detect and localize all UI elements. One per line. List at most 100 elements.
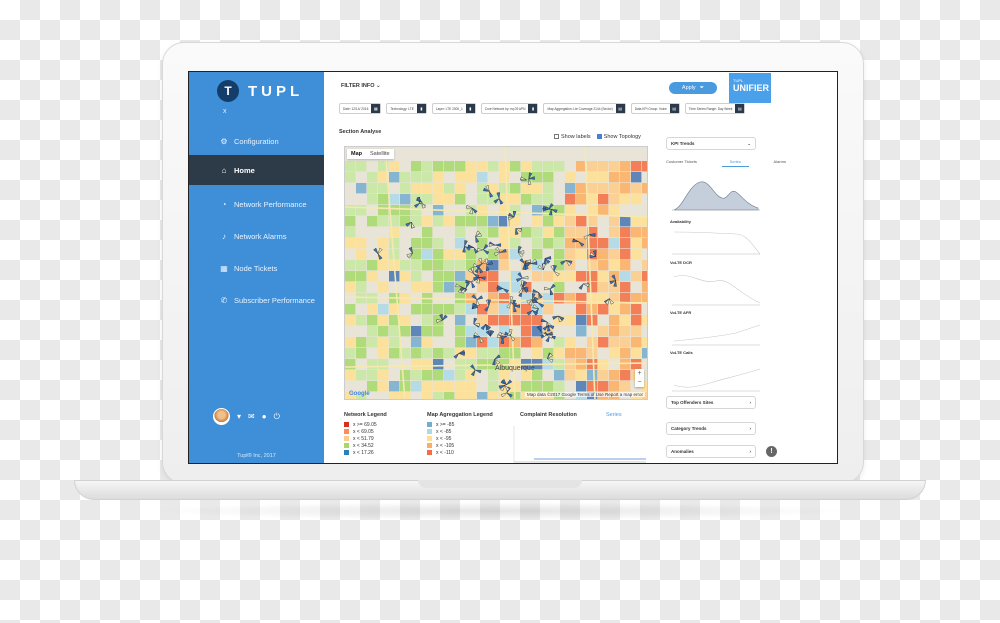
heat-cell [422, 337, 433, 348]
avatar[interactable] [213, 408, 230, 425]
sidebar-item-home[interactable]: ⌂ Home [189, 155, 324, 185]
heat-cell [620, 216, 631, 227]
coverage-map[interactable]: Map Satellite Albuquerque + − Google Map… [344, 146, 648, 400]
map-type-tabs: Map Satellite [347, 149, 394, 159]
filter-chip-core-network[interactable]: Core Network by: eq.09 APN ▮ [480, 103, 539, 114]
heat-cell [609, 249, 620, 260]
heat-cell [444, 370, 455, 381]
heat-cell [499, 172, 510, 183]
sidebar-item-label: Configuration [234, 136, 279, 146]
heat-cell [367, 359, 378, 370]
chart-icon: ▮ [528, 104, 538, 113]
heat-cell [565, 172, 576, 183]
heat-cell [433, 392, 444, 399]
heat-cell [631, 238, 642, 249]
legend-swatch [427, 436, 432, 441]
show-labels-toggle[interactable]: Show labels [554, 134, 591, 140]
filter-info-toggle[interactable]: FILTER INFO ⌄ [341, 83, 381, 89]
filter-chip-kpi-group[interactable]: Data KPI Group: Voice ▤ [630, 103, 680, 114]
cell-site-marker[interactable] [543, 256, 552, 265]
laptop-notch [418, 480, 582, 488]
sidebar-close-icon[interactable]: x [223, 108, 227, 115]
heat-cell [521, 194, 532, 205]
heat-cell [521, 381, 532, 392]
mail-icon[interactable]: ✉ [248, 412, 255, 421]
heat-cell [422, 194, 433, 205]
heat-cell [345, 172, 356, 183]
filter-chip-time-series[interactable]: Time Series Range: Day Week ▤ [684, 103, 746, 114]
filter-chip-technology[interactable]: Technology: LTE ▮ [386, 103, 427, 114]
kpi-trends-dropdown[interactable]: KPI Trends ⌄ [666, 137, 756, 150]
tab-customer-tickets[interactable]: Customer Tickets [666, 159, 697, 167]
zoom-in-button[interactable]: + [635, 369, 644, 378]
sidebar-item-subscriber-performance[interactable]: ✆ Subscriber Performance [189, 285, 324, 315]
heat-cell [609, 172, 620, 183]
heat-cell [466, 172, 477, 183]
brand-logo[interactable]: T TUPL [217, 79, 303, 103]
series-tab[interactable]: Series [606, 412, 622, 418]
heat-cell [477, 172, 488, 183]
heat-cell [609, 337, 620, 348]
heat-cell [433, 216, 444, 227]
tab-alarms[interactable]: Alarms [774, 159, 786, 167]
heat-cell [378, 348, 389, 359]
heat-cell [477, 216, 488, 227]
tab-satellite[interactable]: Satellite [366, 149, 394, 159]
heat-cell [565, 249, 576, 260]
heat-cell [422, 315, 433, 326]
heat-cell [587, 282, 598, 293]
network-legend-title: Network Legend [344, 412, 387, 418]
category-trends-dropdown[interactable]: Category Trends › [666, 422, 756, 435]
chevron-down-icon[interactable]: ▾ [237, 412, 241, 421]
filter-chip-layer[interactable]: Layer: LTE 2000_1 ▮ [431, 103, 476, 114]
sidebar-item-network-alarms[interactable]: ♪ Network Alarms [189, 221, 324, 251]
heat-cell [565, 348, 576, 359]
sidebar-item-configuration[interactable]: ⚙ Configuration [189, 126, 324, 156]
heat-cell [642, 348, 647, 359]
heat-cell [620, 249, 631, 260]
heat-cell [587, 370, 598, 381]
heat-cell [466, 381, 477, 392]
legend-item: x < 51.79 [344, 435, 387, 442]
laptop-shadow [150, 502, 850, 520]
filter-chip-map-aggregation[interactable]: Map Aggregation: Lte Coverage 2144 (Sect… [543, 103, 626, 114]
heat-cell [598, 238, 609, 249]
heat-cell [422, 359, 433, 370]
heat-cell [488, 260, 499, 271]
legend-item: x >= 69.05 [344, 421, 387, 428]
heat-cell [455, 227, 466, 238]
anomalies-dropdown[interactable]: Anomalies › [666, 445, 756, 458]
tab-series[interactable]: Series [721, 159, 749, 167]
heat-cell [642, 271, 647, 282]
notification-icon[interactable]: ● [262, 412, 267, 421]
map-canvas[interactable] [345, 147, 648, 400]
chevron-down-icon: ⌄ [747, 140, 751, 146]
sidebar-item-node-tickets[interactable]: ▦ Node Tickets [189, 253, 324, 283]
apply-button[interactable]: Apply ⏷ [669, 82, 717, 94]
heat-cell [631, 249, 642, 260]
heat-cell [598, 381, 609, 392]
top-offenders-dropdown[interactable]: Top Offenders Sites › [666, 396, 756, 409]
tab-map[interactable]: Map [347, 149, 366, 159]
heat-cell [345, 271, 356, 282]
heat-cell [444, 381, 455, 392]
heat-cell [532, 194, 543, 205]
heat-cell [389, 227, 400, 238]
sidebar-item-label: Subscriber Performance [234, 295, 315, 305]
filter-chip-date[interactable]: Date: 12/14/ 2016 ▦ [339, 103, 382, 114]
sidebar-item-network-performance[interactable]: ◔ Network Performance [189, 189, 324, 219]
heat-cell [620, 326, 631, 337]
info-icon[interactable]: ! [766, 446, 777, 457]
heat-cell [400, 260, 411, 271]
heat-cell [477, 194, 488, 205]
heat-cell [345, 282, 356, 293]
heat-cell [565, 216, 576, 227]
show-topology-toggle[interactable]: Show Topology [596, 134, 641, 140]
product-name: UNIFIER [733, 83, 769, 93]
heat-cell [532, 183, 543, 194]
zoom-out-button[interactable]: − [635, 378, 644, 387]
map-attribution[interactable]: Map data ©2017 Google Terms of Use Repor… [524, 392, 645, 397]
heat-cell [576, 348, 587, 359]
power-icon[interactable]: ⏻ [274, 412, 280, 422]
heat-cell [367, 183, 378, 194]
